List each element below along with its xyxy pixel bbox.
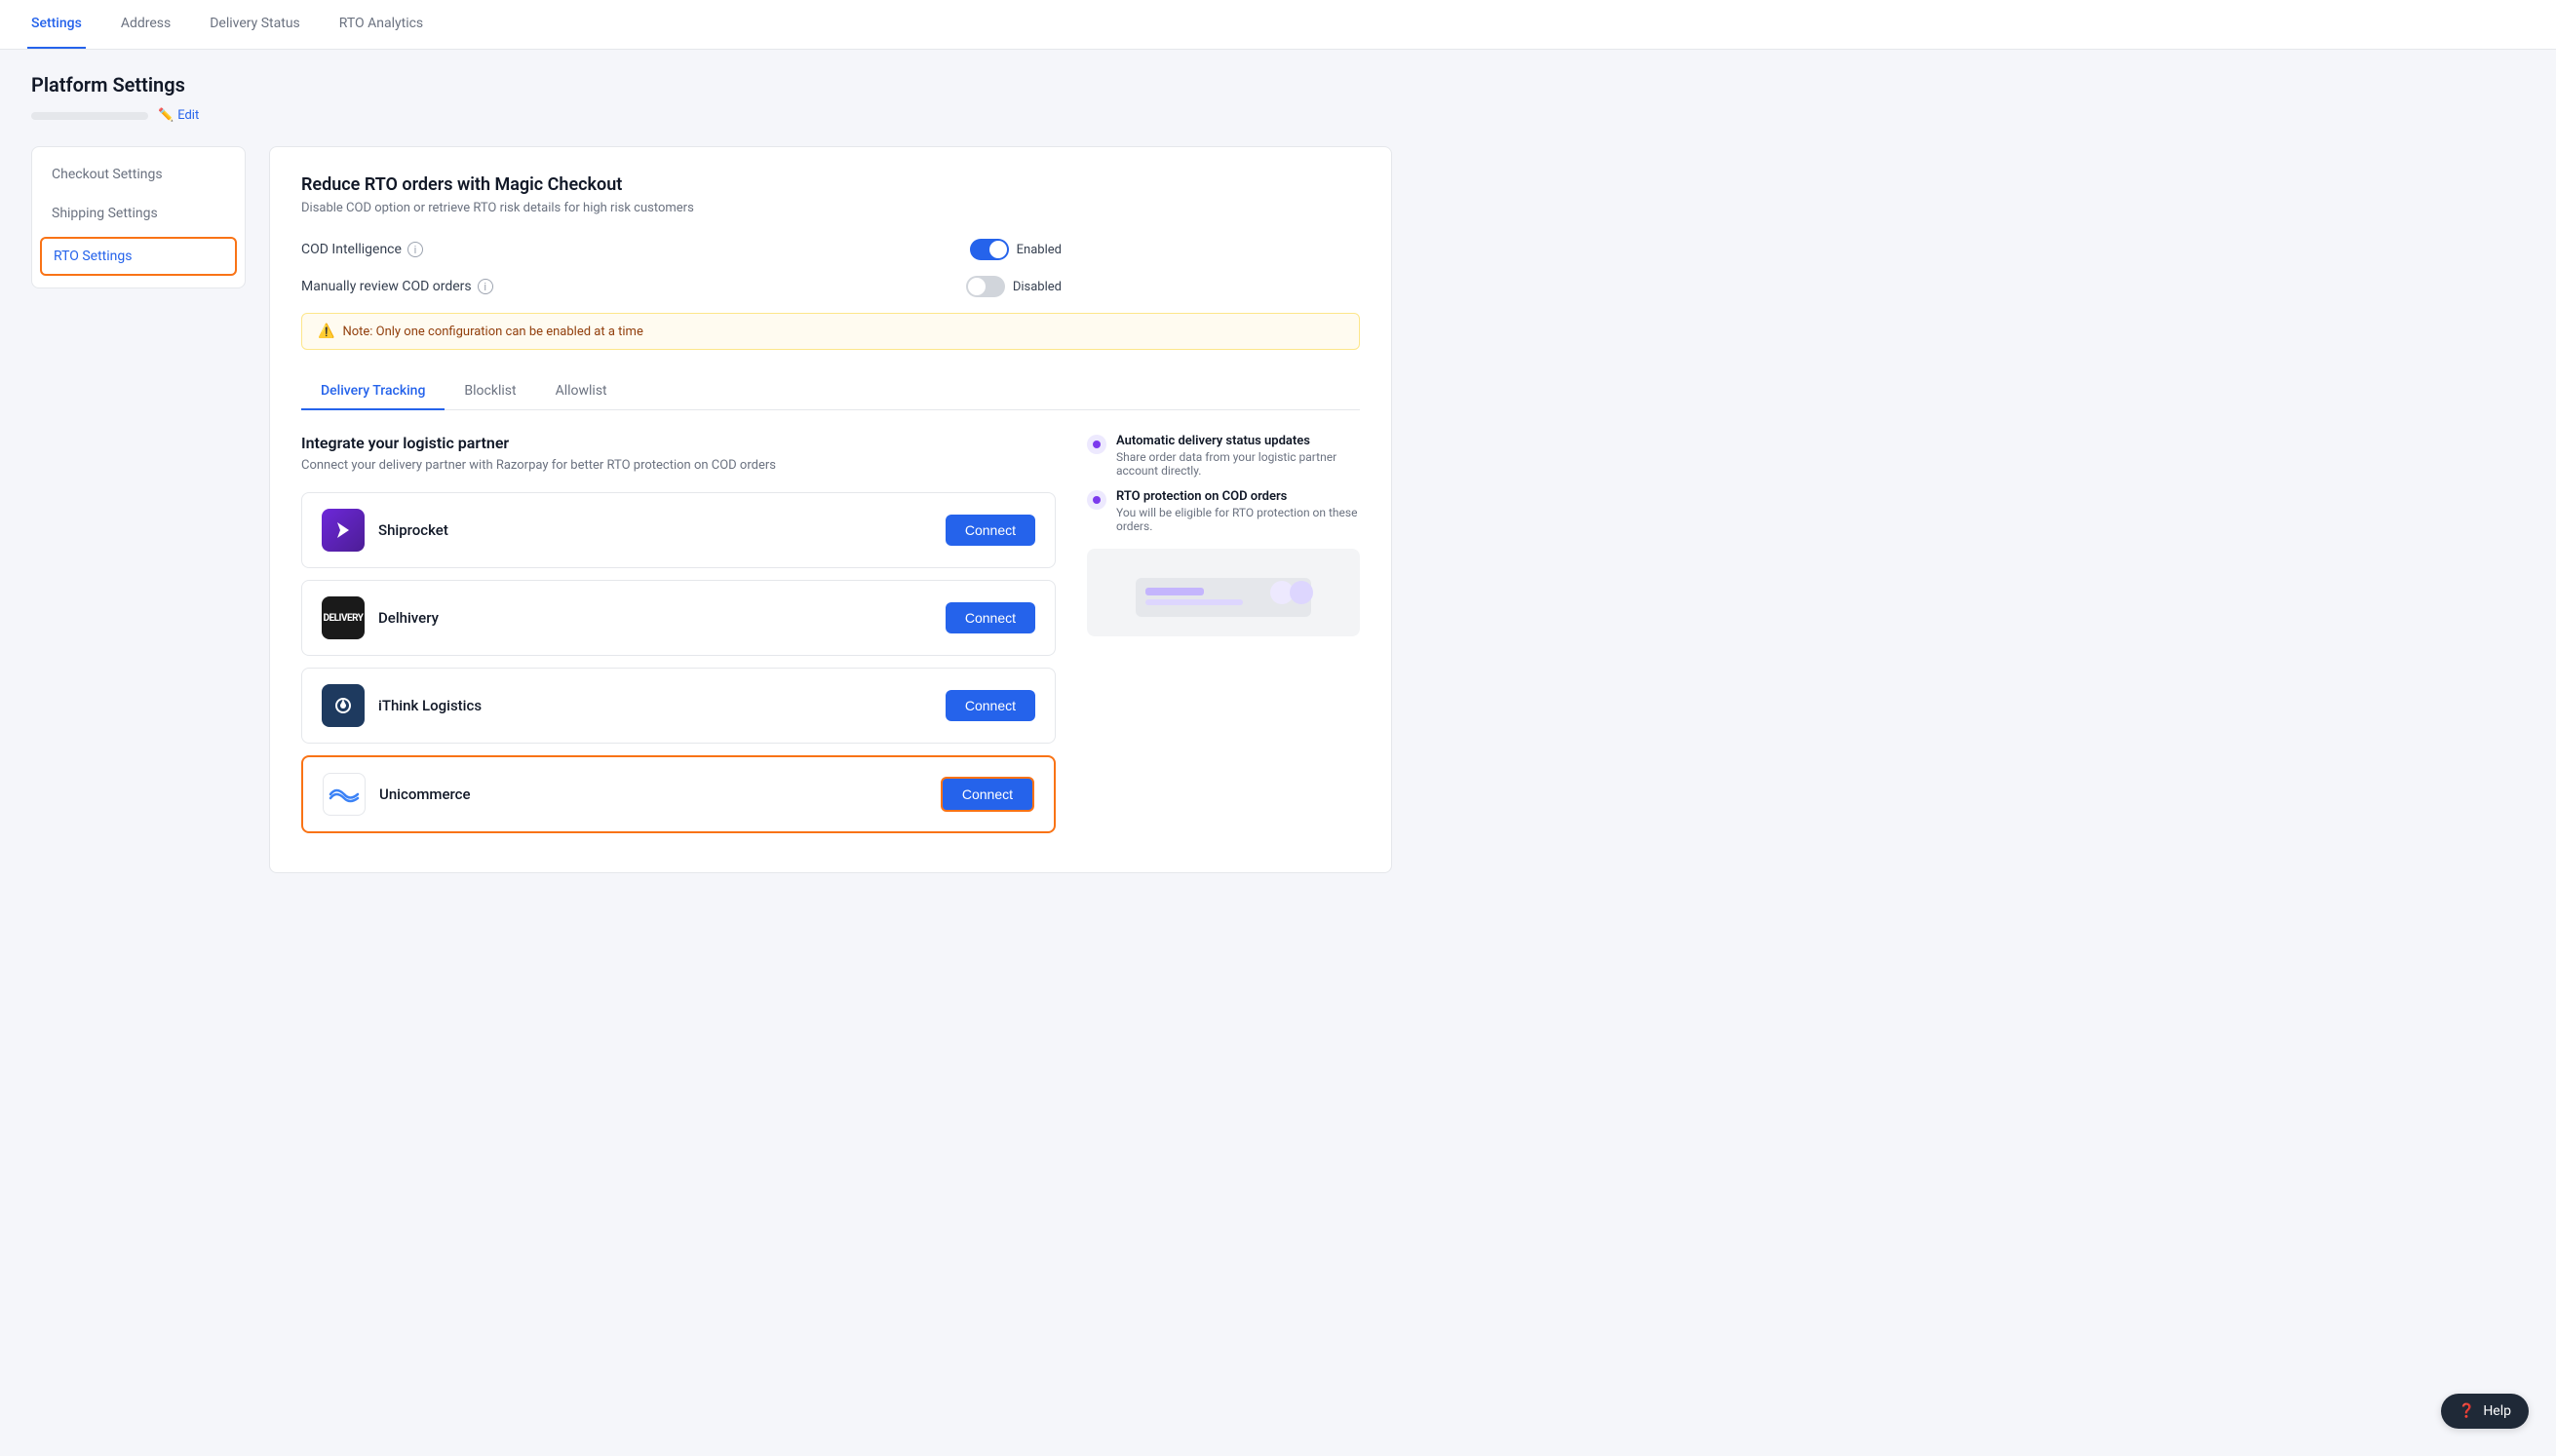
ithink-name: iThink Logistics	[378, 697, 482, 714]
rto-section-card: Reduce RTO orders with Magic Checkout Di…	[269, 146, 1392, 873]
partner-card-shiprocket: Shiprocket Connect	[301, 492, 1056, 568]
content-layout: Checkout Settings Shipping Settings RTO …	[31, 146, 1392, 873]
ithink-logo	[322, 684, 365, 727]
edit-link[interactable]: ✏️ Edit	[158, 108, 199, 123]
tab-allowlist[interactable]: Allowlist	[536, 373, 627, 410]
cod-intelligence-row: COD Intelligence i Enabled	[301, 239, 1062, 260]
manual-review-row: Manually review COD orders i Disabled	[301, 276, 1062, 297]
partner-card-unicommerce: Unicommerce Connect	[301, 755, 1056, 833]
cod-intelligence-info-icon[interactable]: i	[407, 242, 423, 257]
manually-review-info-icon[interactable]: i	[478, 279, 493, 294]
main-content: Platform Settings ✏️ Edit Checkout Setti…	[0, 50, 1423, 897]
edit-icon: ✏️	[158, 108, 174, 123]
help-icon: ❓	[2459, 1403, 2475, 1419]
shiprocket-name: Shiprocket	[378, 521, 448, 539]
note-text: Note: Only one configuration can be enab…	[342, 325, 642, 339]
info-bullets: Automatic delivery status updates Share …	[1087, 434, 1360, 533]
ithink-connect-button[interactable]: Connect	[946, 690, 1035, 721]
rto-section-title: Reduce RTO orders with Magic Checkout	[301, 174, 1360, 195]
partner-card-delhivery: DELIVERY Delhivery Connect	[301, 580, 1056, 656]
info-bullet-1: Automatic delivery status updates Share …	[1087, 434, 1360, 478]
nav-tab-rto-analytics[interactable]: RTO Analytics	[335, 0, 427, 49]
delhivery-name: Delhivery	[378, 609, 439, 627]
shiprocket-connect-button[interactable]: Connect	[946, 515, 1035, 546]
note-icon: ⚠️	[318, 324, 334, 339]
bullet-sub-1: Share order data from your logistic part…	[1116, 450, 1360, 478]
cod-intelligence-toggle[interactable]	[970, 239, 1009, 260]
sidebar-item-shipping[interactable]: Shipping Settings	[32, 194, 245, 233]
manually-review-toggle[interactable]	[966, 276, 1005, 297]
sidebar: Checkout Settings Shipping Settings RTO …	[31, 146, 246, 288]
unicommerce-logo	[323, 773, 366, 816]
preview-image	[1087, 549, 1360, 636]
help-label: Help	[2483, 1403, 2511, 1419]
bullet-text-2: RTO protection on COD orders You will be…	[1116, 489, 1360, 533]
delhivery-logo: DELIVERY	[322, 596, 365, 639]
partner-info-shiprocket: Shiprocket	[322, 509, 448, 552]
partners-right: Automatic delivery status updates Share …	[1087, 434, 1360, 636]
shiprocket-logo	[322, 509, 365, 552]
breadcrumb-line	[31, 112, 148, 120]
inner-tabs-row: Delivery Tracking Blocklist Allowlist	[301, 373, 1360, 410]
tab-delivery-tracking[interactable]: Delivery Tracking	[301, 373, 445, 410]
bullet-text-1: Automatic delivery status updates Share …	[1116, 434, 1360, 478]
cod-intelligence-label: COD Intelligence i	[301, 242, 423, 257]
rto-section-subtitle: Disable COD option or retrieve RTO risk …	[301, 201, 1360, 215]
help-button[interactable]: ❓ Help	[2441, 1394, 2529, 1429]
breadcrumb-bar: ✏️ Edit	[31, 108, 1392, 123]
bullet-icon-2	[1087, 490, 1106, 510]
nav-tab-address[interactable]: Address	[117, 0, 174, 49]
partner-info-unicommerce: Unicommerce	[323, 773, 471, 816]
cod-toggle-label: Enabled	[1017, 243, 1062, 257]
manual-toggle-label: Disabled	[1013, 280, 1062, 294]
bullet-sub-2: You will be eligible for RTO protection …	[1116, 506, 1360, 533]
delhivery-connect-button[interactable]: Connect	[946, 602, 1035, 633]
bullet-title-1: Automatic delivery status updates	[1116, 434, 1360, 448]
top-navigation: Settings Address Delivery Status RTO Ana…	[0, 0, 2556, 50]
partner-card-ithink: iThink Logistics Connect	[301, 668, 1056, 744]
page-title: Platform Settings	[31, 73, 1392, 96]
nav-tab-delivery-status[interactable]: Delivery Status	[206, 0, 304, 49]
unicommerce-connect-button[interactable]: Connect	[941, 777, 1034, 812]
sidebar-item-rto[interactable]: RTO Settings	[40, 237, 237, 276]
manual-toggle-container: Disabled	[966, 276, 1062, 297]
nav-tab-settings[interactable]: Settings	[27, 0, 86, 49]
unicommerce-name: Unicommerce	[379, 785, 471, 803]
sidebar-item-checkout[interactable]: Checkout Settings	[32, 155, 245, 194]
tab-blocklist[interactable]: Blocklist	[445, 373, 535, 410]
main-panel: Reduce RTO orders with Magic Checkout Di…	[269, 146, 1392, 873]
cod-toggle-container: Enabled	[970, 239, 1062, 260]
partners-left: Integrate your logistic partner Connect …	[301, 434, 1056, 845]
note-bar: ⚠️ Note: Only one configuration can be e…	[301, 313, 1360, 350]
manually-review-label: Manually review COD orders i	[301, 279, 493, 294]
partners-layout: Integrate your logistic partner Connect …	[301, 434, 1360, 845]
partner-info-ithink: iThink Logistics	[322, 684, 482, 727]
partner-info-delhivery: DELIVERY Delhivery	[322, 596, 439, 639]
bullet-icon-1	[1087, 435, 1106, 454]
info-bullet-2: RTO protection on COD orders You will be…	[1087, 489, 1360, 533]
edit-label: Edit	[177, 108, 199, 123]
integrate-title: Integrate your logistic partner	[301, 434, 1056, 452]
integrate-subtitle: Connect your delivery partner with Razor…	[301, 458, 1056, 473]
bullet-title-2: RTO protection on COD orders	[1116, 489, 1360, 504]
